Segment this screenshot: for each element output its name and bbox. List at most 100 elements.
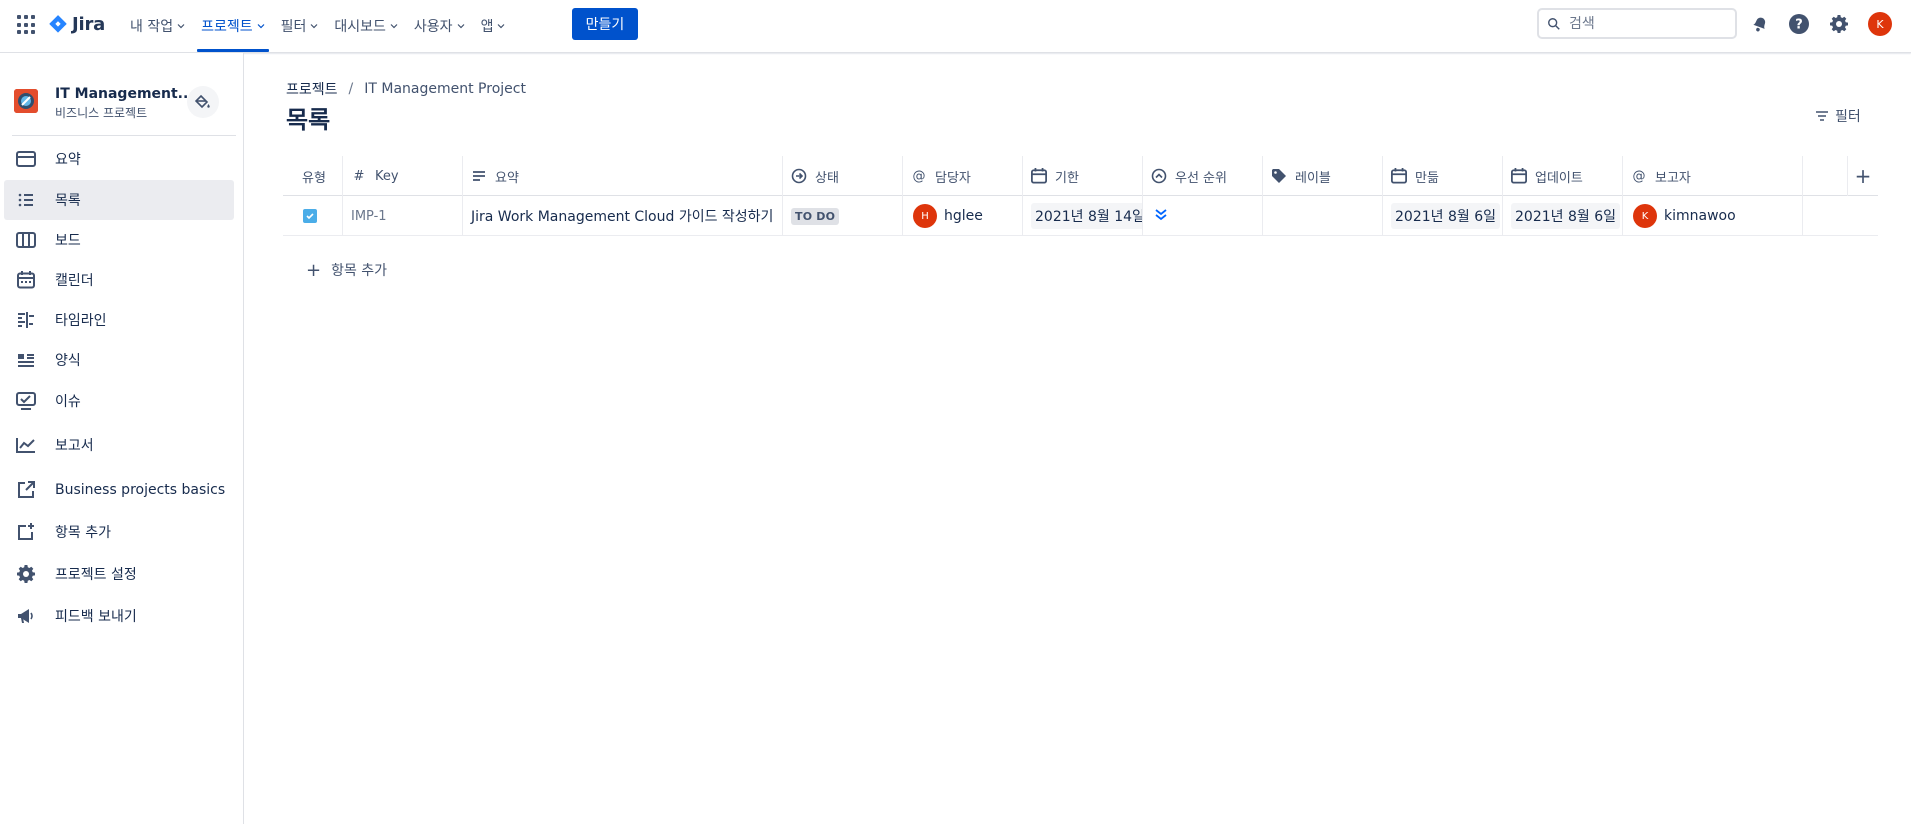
primary-nav: 내 작업 프로젝트 필터 대시보드 사용자 앱 [122, 0, 513, 52]
megaphone-icon [16, 606, 36, 626]
plus-icon: + [306, 259, 322, 281]
sidebar-item-project-settings[interactable]: 프로젝트 설정 [4, 554, 234, 594]
column-header-summary[interactable]: 요약 [463, 156, 783, 196]
sidebar-item-list[interactable]: 목록 [4, 180, 234, 220]
sidebar-item-business-basics[interactable]: Business projects basics [4, 470, 234, 510]
help-icon: ? [1789, 14, 1809, 34]
column-label: 유형 [302, 170, 326, 186]
nav-label: 대시보드 [334, 19, 386, 35]
column-header-assignee[interactable]: @ 담당자 [903, 156, 1023, 196]
cell-assignee[interactable]: H hglee [903, 196, 1023, 236]
nav-your-work[interactable]: 내 작업 [122, 0, 193, 52]
sidebar-item-summary[interactable]: 요약 [4, 139, 234, 179]
notifications-button[interactable] [1748, 12, 1772, 36]
at-icon: @ [1632, 168, 1646, 184]
svg-text:?: ? [1795, 18, 1803, 33]
sidebar-item-feedback[interactable]: 피드백 보내기 [4, 596, 234, 636]
nav-projects[interactable]: 프로젝트 [193, 0, 273, 52]
project-name[interactable]: IT Management... [55, 86, 194, 102]
nav-label: 필터 [280, 19, 307, 35]
sidebar-item-forms[interactable]: 양식 [4, 340, 234, 380]
sidebar-item-label: 피드백 보내기 [55, 609, 137, 625]
calendar-icon [1031, 168, 1047, 184]
avatar: K [1633, 204, 1657, 228]
column-header-key[interactable]: # Key [343, 156, 463, 196]
cell-summary[interactable]: Jira Work Management Cloud 가이드 작성하기 [463, 196, 783, 236]
settings-button[interactable] [1827, 12, 1851, 36]
cell-type [283, 196, 343, 236]
filter-icon [1816, 111, 1828, 121]
column-header-status[interactable]: 상태 [783, 156, 903, 196]
sidebar-item-label: Business projects basics [55, 482, 226, 498]
column-label: 담당자 [935, 170, 971, 186]
created-date: 2021년 8월 6일 [1391, 203, 1500, 229]
project-avatar-icon [14, 89, 38, 113]
create-button[interactable]: 만들기 [572, 8, 638, 40]
cell-labels[interactable] [1263, 196, 1383, 236]
calendar-icon [16, 270, 36, 290]
project-header: IT Management... 비즈니스 프로젝트 [14, 86, 234, 122]
updated-date: 2021년 8월 6일 [1511, 203, 1620, 229]
cell-status[interactable]: TO DO [783, 196, 903, 236]
breadcrumb-separator: / [348, 81, 354, 97]
help-button[interactable]: ? [1787, 12, 1811, 36]
chevron-down-icon [390, 24, 398, 29]
add-item-label: 항목 추가 [331, 263, 388, 279]
search-icon [1548, 17, 1560, 30]
sidebar-item-reports[interactable]: 보고서 [4, 425, 234, 465]
priority-icon [1151, 168, 1167, 184]
cell-key[interactable]: IMP-1 [343, 196, 463, 236]
sidebar-item-calendar[interactable]: 캘린더 [4, 260, 234, 300]
cell-updated: 2021년 8월 6일 [1503, 196, 1623, 236]
breadcrumb-projects[interactable]: 프로젝트 [286, 79, 338, 99]
breadcrumb-project[interactable]: IT Management Project [364, 81, 526, 97]
external-link-icon [16, 480, 36, 500]
column-header-priority[interactable]: 우선 순위 [1143, 156, 1263, 196]
gear-icon [16, 564, 36, 584]
cell-reporter[interactable]: K kimnawoo [1623, 196, 1803, 236]
filter-button[interactable]: 필터 [1815, 105, 1861, 127]
calendar-icon [1391, 168, 1407, 184]
sidebar-item-add-item[interactable]: 항목 추가 [4, 512, 234, 552]
column-header-due[interactable]: 기한 [1023, 156, 1143, 196]
sidebar-item-timeline[interactable]: 타임라인 [4, 300, 234, 340]
search-box[interactable] [1537, 8, 1737, 39]
column-label: 우선 순위 [1175, 170, 1227, 186]
column-header-reporter[interactable]: @ 보고자 [1623, 156, 1803, 196]
nav-people[interactable]: 사용자 [406, 0, 473, 52]
column-header-created[interactable]: 만듦 [1383, 156, 1503, 196]
table-row[interactable]: IMP-1 Jira Work Management Cloud 가이드 작성하… [283, 196, 1878, 236]
column-header-updated[interactable]: 업데이트 [1503, 156, 1623, 196]
profile-button[interactable]: K [1868, 12, 1892, 36]
sidebar-item-board[interactable]: 보드 [4, 220, 234, 260]
sidebar-item-label: 항목 추가 [55, 525, 111, 541]
column-label: 기한 [1055, 170, 1079, 186]
cell-priority[interactable] [1143, 196, 1263, 236]
form-icon [16, 350, 36, 370]
page-title: 목록 [286, 106, 331, 134]
add-column-button[interactable]: + [1848, 156, 1878, 196]
board-icon [16, 230, 36, 250]
column-label: Key [375, 168, 399, 184]
reporter-name: kimnawoo [1664, 208, 1736, 224]
search-input[interactable] [1569, 15, 1719, 32]
task-type-icon [303, 209, 317, 223]
nav-dashboards[interactable]: 대시보드 [326, 0, 406, 52]
chevron-down-icon [457, 24, 464, 29]
column-header-type[interactable]: 유형 [283, 156, 343, 196]
sidebar-item-issues[interactable]: 이슈 [4, 381, 234, 421]
chevron-down-icon [498, 24, 505, 29]
sidebar-item-label: 이슈 [55, 394, 81, 410]
sidebar-item-label: 목록 [55, 193, 81, 209]
app-switcher-icon[interactable] [17, 15, 37, 35]
sidebar-item-label: 양식 [55, 353, 81, 369]
sidebar-divider [12, 135, 236, 136]
column-header-labels[interactable]: 레이블 [1263, 156, 1383, 196]
project-theme-button[interactable] [187, 86, 219, 118]
nav-apps[interactable]: 앱 [473, 0, 514, 52]
jira-logo[interactable]: Jira [48, 12, 105, 36]
cell-due[interactable]: 2021년 8월 14일 [1023, 196, 1143, 236]
nav-filters[interactable]: 필터 [273, 0, 327, 52]
column-label: 업데이트 [1535, 170, 1583, 186]
add-item-button[interactable]: + 항목 추가 [306, 258, 387, 282]
